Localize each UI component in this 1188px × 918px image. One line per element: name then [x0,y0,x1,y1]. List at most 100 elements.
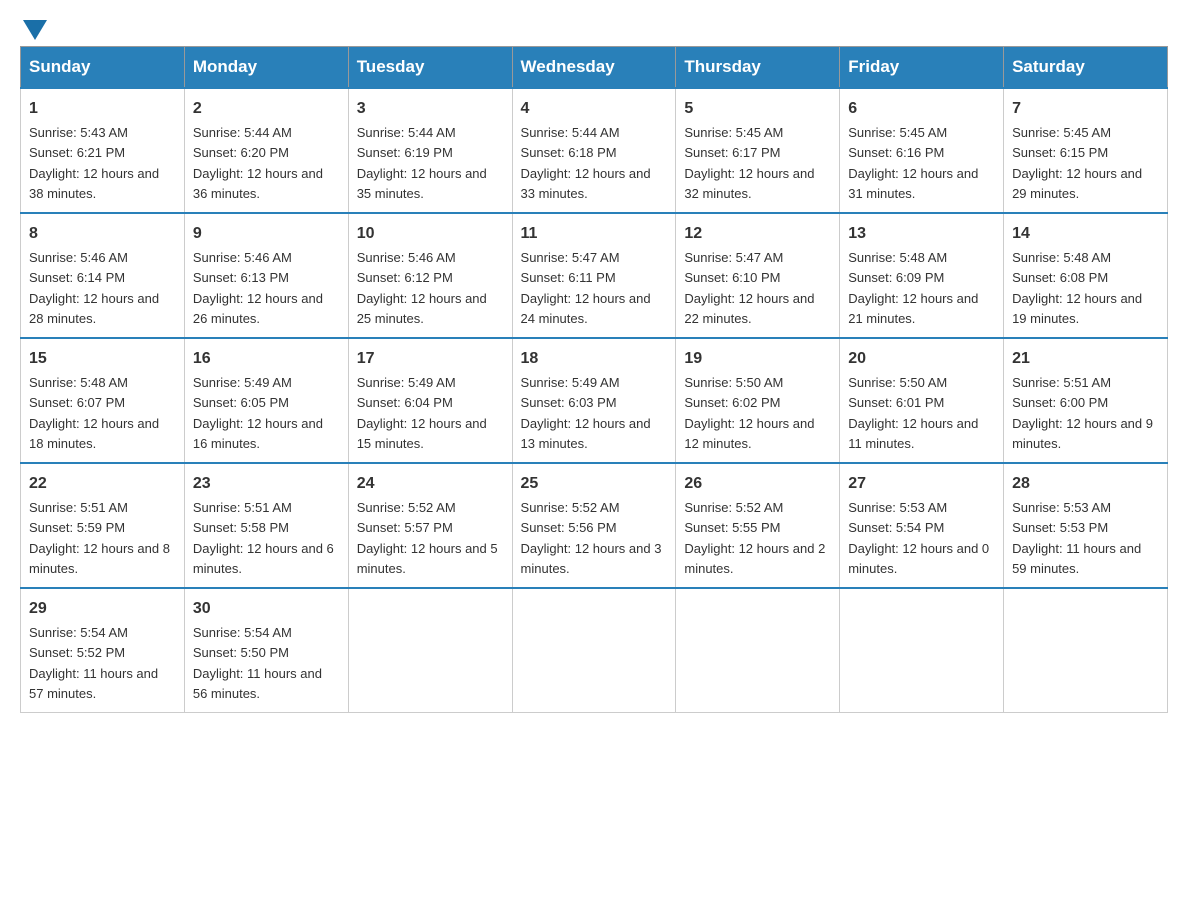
day-number: 14 [1012,222,1159,246]
day-number: 2 [193,97,340,121]
day-cell-12: 12 Sunrise: 5:47 AMSunset: 6:10 PMDaylig… [676,213,840,338]
week-row-2: 8 Sunrise: 5:46 AMSunset: 6:14 PMDayligh… [21,213,1168,338]
day-number: 17 [357,347,504,371]
day-number: 6 [848,97,995,121]
day-number: 12 [684,222,831,246]
calendar-table: SundayMondayTuesdayWednesdayThursdayFrid… [20,46,1168,713]
day-number: 25 [521,472,668,496]
weekday-header-saturday: Saturday [1004,47,1168,89]
day-info: Sunrise: 5:46 AMSunset: 6:13 PMDaylight:… [193,250,323,326]
day-cell-19: 19 Sunrise: 5:50 AMSunset: 6:02 PMDaylig… [676,338,840,463]
day-info: Sunrise: 5:51 AMSunset: 5:58 PMDaylight:… [193,500,334,576]
weekday-header-tuesday: Tuesday [348,47,512,89]
day-info: Sunrise: 5:49 AMSunset: 6:04 PMDaylight:… [357,375,487,451]
day-info: Sunrise: 5:48 AMSunset: 6:07 PMDaylight:… [29,375,159,451]
day-number: 20 [848,347,995,371]
day-number: 29 [29,597,176,621]
day-cell-28: 28 Sunrise: 5:53 AMSunset: 5:53 PMDaylig… [1004,463,1168,588]
day-cell-15: 15 Sunrise: 5:48 AMSunset: 6:07 PMDaylig… [21,338,185,463]
empty-cell [348,588,512,713]
empty-cell [676,588,840,713]
page-container: SundayMondayTuesdayWednesdayThursdayFrid… [20,20,1168,713]
week-row-3: 15 Sunrise: 5:48 AMSunset: 6:07 PMDaylig… [21,338,1168,463]
day-info: Sunrise: 5:52 AMSunset: 5:56 PMDaylight:… [521,500,662,576]
day-cell-10: 10 Sunrise: 5:46 AMSunset: 6:12 PMDaylig… [348,213,512,338]
day-info: Sunrise: 5:44 AMSunset: 6:20 PMDaylight:… [193,125,323,201]
day-number: 1 [29,97,176,121]
day-number: 28 [1012,472,1159,496]
weekday-header-monday: Monday [184,47,348,89]
day-info: Sunrise: 5:50 AMSunset: 6:01 PMDaylight:… [848,375,978,451]
day-info: Sunrise: 5:44 AMSunset: 6:18 PMDaylight:… [521,125,651,201]
day-info: Sunrise: 5:45 AMSunset: 6:17 PMDaylight:… [684,125,814,201]
weekday-header-thursday: Thursday [676,47,840,89]
day-number: 30 [193,597,340,621]
day-cell-17: 17 Sunrise: 5:49 AMSunset: 6:04 PMDaylig… [348,338,512,463]
logo-triangle-icon [23,20,47,40]
day-number: 23 [193,472,340,496]
day-cell-11: 11 Sunrise: 5:47 AMSunset: 6:11 PMDaylig… [512,213,676,338]
day-info: Sunrise: 5:45 AMSunset: 6:16 PMDaylight:… [848,125,978,201]
day-info: Sunrise: 5:53 AMSunset: 5:54 PMDaylight:… [848,500,989,576]
day-number: 11 [521,222,668,246]
day-info: Sunrise: 5:43 AMSunset: 6:21 PMDaylight:… [29,125,159,201]
weekday-header-wednesday: Wednesday [512,47,676,89]
weekday-header-row: SundayMondayTuesdayWednesdayThursdayFrid… [21,47,1168,89]
day-cell-3: 3 Sunrise: 5:44 AMSunset: 6:19 PMDayligh… [348,88,512,213]
day-info: Sunrise: 5:51 AMSunset: 6:00 PMDaylight:… [1012,375,1153,451]
day-cell-23: 23 Sunrise: 5:51 AMSunset: 5:58 PMDaylig… [184,463,348,588]
day-info: Sunrise: 5:44 AMSunset: 6:19 PMDaylight:… [357,125,487,201]
logo [20,20,50,36]
day-cell-27: 27 Sunrise: 5:53 AMSunset: 5:54 PMDaylig… [840,463,1004,588]
day-info: Sunrise: 5:48 AMSunset: 6:09 PMDaylight:… [848,250,978,326]
day-cell-4: 4 Sunrise: 5:44 AMSunset: 6:18 PMDayligh… [512,88,676,213]
week-row-1: 1 Sunrise: 5:43 AMSunset: 6:21 PMDayligh… [21,88,1168,213]
day-info: Sunrise: 5:48 AMSunset: 6:08 PMDaylight:… [1012,250,1142,326]
day-number: 26 [684,472,831,496]
day-number: 16 [193,347,340,371]
header [20,20,1168,36]
day-info: Sunrise: 5:46 AMSunset: 6:12 PMDaylight:… [357,250,487,326]
day-info: Sunrise: 5:46 AMSunset: 6:14 PMDaylight:… [29,250,159,326]
day-info: Sunrise: 5:54 AMSunset: 5:50 PMDaylight:… [193,625,322,701]
day-cell-7: 7 Sunrise: 5:45 AMSunset: 6:15 PMDayligh… [1004,88,1168,213]
day-cell-29: 29 Sunrise: 5:54 AMSunset: 5:52 PMDaylig… [21,588,185,713]
day-number: 27 [848,472,995,496]
day-number: 10 [357,222,504,246]
day-cell-30: 30 Sunrise: 5:54 AMSunset: 5:50 PMDaylig… [184,588,348,713]
day-cell-13: 13 Sunrise: 5:48 AMSunset: 6:09 PMDaylig… [840,213,1004,338]
day-number: 4 [521,97,668,121]
weekday-header-sunday: Sunday [21,47,185,89]
day-info: Sunrise: 5:52 AMSunset: 5:57 PMDaylight:… [357,500,498,576]
day-info: Sunrise: 5:53 AMSunset: 5:53 PMDaylight:… [1012,500,1141,576]
empty-cell [512,588,676,713]
week-row-4: 22 Sunrise: 5:51 AMSunset: 5:59 PMDaylig… [21,463,1168,588]
day-info: Sunrise: 5:50 AMSunset: 6:02 PMDaylight:… [684,375,814,451]
day-cell-8: 8 Sunrise: 5:46 AMSunset: 6:14 PMDayligh… [21,213,185,338]
day-cell-25: 25 Sunrise: 5:52 AMSunset: 5:56 PMDaylig… [512,463,676,588]
day-cell-24: 24 Sunrise: 5:52 AMSunset: 5:57 PMDaylig… [348,463,512,588]
day-number: 18 [521,347,668,371]
day-number: 21 [1012,347,1159,371]
day-number: 5 [684,97,831,121]
day-info: Sunrise: 5:47 AMSunset: 6:10 PMDaylight:… [684,250,814,326]
day-info: Sunrise: 5:51 AMSunset: 5:59 PMDaylight:… [29,500,170,576]
day-cell-14: 14 Sunrise: 5:48 AMSunset: 6:08 PMDaylig… [1004,213,1168,338]
day-info: Sunrise: 5:45 AMSunset: 6:15 PMDaylight:… [1012,125,1142,201]
day-cell-9: 9 Sunrise: 5:46 AMSunset: 6:13 PMDayligh… [184,213,348,338]
day-number: 19 [684,347,831,371]
day-cell-16: 16 Sunrise: 5:49 AMSunset: 6:05 PMDaylig… [184,338,348,463]
day-cell-1: 1 Sunrise: 5:43 AMSunset: 6:21 PMDayligh… [21,88,185,213]
day-number: 24 [357,472,504,496]
day-cell-6: 6 Sunrise: 5:45 AMSunset: 6:16 PMDayligh… [840,88,1004,213]
day-number: 22 [29,472,176,496]
day-number: 9 [193,222,340,246]
day-info: Sunrise: 5:49 AMSunset: 6:05 PMDaylight:… [193,375,323,451]
day-cell-22: 22 Sunrise: 5:51 AMSunset: 5:59 PMDaylig… [21,463,185,588]
day-info: Sunrise: 5:47 AMSunset: 6:11 PMDaylight:… [521,250,651,326]
day-number: 3 [357,97,504,121]
empty-cell [1004,588,1168,713]
day-cell-5: 5 Sunrise: 5:45 AMSunset: 6:17 PMDayligh… [676,88,840,213]
day-cell-20: 20 Sunrise: 5:50 AMSunset: 6:01 PMDaylig… [840,338,1004,463]
day-info: Sunrise: 5:52 AMSunset: 5:55 PMDaylight:… [684,500,825,576]
